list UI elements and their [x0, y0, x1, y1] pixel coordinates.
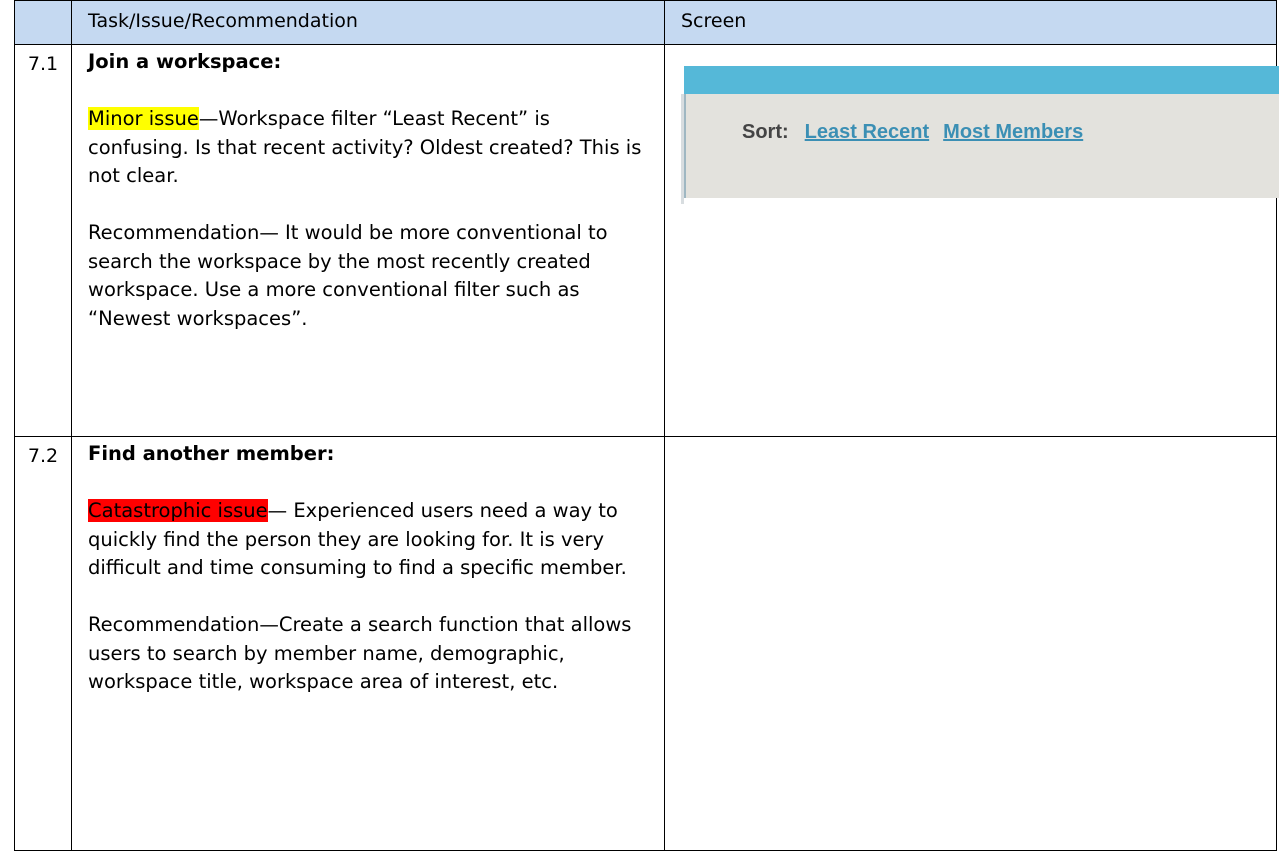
sort-controls: Sort: Least Recent Most Members	[742, 121, 1097, 144]
task-title: Find another member:	[88, 442, 335, 465]
recommendation-text: Recommendation—Create a search function …	[88, 613, 632, 693]
review-table: Task/Issue/Recommendation Screen 7.1 Joi…	[14, 0, 1279, 851]
recommendation-text: Recommendation— It would be more convent…	[88, 221, 608, 330]
row-number: 7.1	[14, 44, 72, 437]
severity-badge-catastrophic: Catastrophic issue	[88, 499, 268, 522]
task-title: Join a workspace:	[88, 50, 282, 73]
screenshot-header-bar	[684, 66, 1279, 94]
issue-paragraph: Catastrophic issue— Experienced users ne…	[88, 497, 648, 583]
header-task-cell: Task/Issue/Recommendation	[71, 0, 665, 45]
table-row: 7.1 Join a workspace: Minor issue—Worksp…	[14, 44, 1279, 437]
header-num-cell	[14, 0, 72, 45]
screenshot-panel	[684, 94, 1279, 198]
header-screen-cell: Screen	[664, 0, 1277, 45]
table-row: 7.2 Find another member: Catastrophic is…	[14, 436, 1277, 851]
sort-label: Sort:	[742, 121, 789, 143]
screenshot-sort-bar: Sort: Least Recent Most Members	[681, 66, 1279, 204]
row-number: 7.2	[14, 436, 72, 851]
screen-cell-empty	[664, 436, 1277, 851]
task-cell: Join a workspace: Minor issue—Workspace …	[71, 44, 665, 437]
severity-badge-minor: Minor issue	[88, 107, 199, 130]
sort-least-recent-link[interactable]: Least Recent	[805, 121, 930, 143]
screen-cell: Sort: Least Recent Most Members	[664, 44, 1279, 437]
sort-most-members-link[interactable]: Most Members	[943, 121, 1083, 143]
issue-paragraph: Minor issue—Workspace filter “Least Rece…	[88, 105, 648, 191]
task-cell: Find another member: Catastrophic issue—…	[71, 436, 665, 851]
table-header-row: Task/Issue/Recommendation Screen	[14, 0, 1277, 45]
